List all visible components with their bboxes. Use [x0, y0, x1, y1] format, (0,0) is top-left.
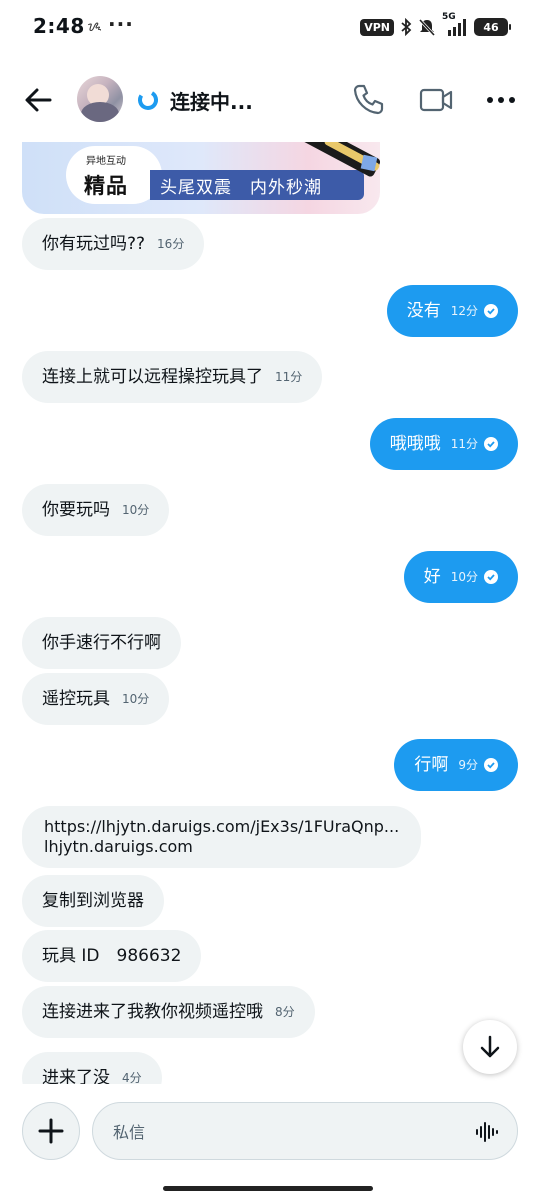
more-button[interactable]	[484, 88, 518, 112]
call-button[interactable]	[352, 82, 386, 116]
message-bubble-outgoing[interactable]: 没有 12分	[386, 285, 518, 337]
message-bubble-outgoing[interactable]: 哦哦哦 11分	[369, 418, 518, 470]
message-link-bubble[interactable]: https://lhjytn.daruigs.com/jEx3s/1FUraQn…	[22, 806, 422, 868]
read-check-icon	[484, 758, 498, 772]
status-more-icon: ···	[108, 12, 134, 36]
status-time: 2:48	[33, 14, 85, 38]
promo-banner-image[interactable]: 异地互动 精品 头尾双震 内外秒潮	[22, 142, 380, 214]
conversation-title: 连接中...	[170, 90, 253, 114]
message-bubble-incoming[interactable]: 连接上就可以远程操控玩具了 11分	[22, 351, 323, 403]
message-text: 连接进来了我教你视频遥控哦	[42, 1002, 263, 1022]
video-camera-icon	[419, 88, 453, 112]
message-bubble-incoming[interactable]: 你要玩吗 10分	[22, 484, 170, 536]
message-text: 复制到浏览器	[42, 891, 144, 911]
mute-icon	[418, 18, 436, 36]
banner-decoration	[360, 154, 378, 172]
message-time: 11分	[450, 437, 478, 451]
message-list[interactable]: 异地互动 精品 头尾双震 内外秒潮 你有玩过吗?? 16分 没有 12分 连接上…	[0, 142, 540, 1084]
message-time: 10分	[122, 692, 150, 706]
conversation-header: 连接中...	[0, 60, 540, 140]
vpn-badge: VPN	[360, 18, 394, 36]
loading-icon	[138, 90, 158, 110]
banner-slogan: 头尾双震 内外秒潮	[160, 178, 322, 198]
bluetooth-icon	[401, 18, 412, 36]
banner-big-text: 精品	[84, 174, 128, 198]
message-text: 你有玩过吗??	[42, 234, 146, 254]
message-input-box[interactable]	[92, 1102, 518, 1160]
read-check-icon	[484, 437, 498, 451]
message-bubble-outgoing[interactable]: 行啊 9分	[394, 739, 518, 791]
message-time: 11分	[275, 370, 303, 384]
scroll-to-bottom-button[interactable]	[463, 1020, 517, 1074]
message-bubble-incoming[interactable]: 你手速行不行啊	[22, 617, 181, 669]
battery-icon: 46	[474, 18, 511, 36]
message-link-domain: lhjytn.daruigs.com	[44, 837, 193, 856]
message-time: 8分	[275, 1005, 295, 1019]
message-bubble-incoming[interactable]: 复制到浏览器	[22, 875, 164, 927]
avatar[interactable]	[77, 76, 123, 122]
arrow-down-icon	[480, 1035, 500, 1058]
message-time: 4分	[122, 1071, 142, 1084]
more-icon	[487, 97, 493, 103]
home-indicator	[163, 1186, 373, 1191]
message-bubble-outgoing[interactable]: 好 10分	[403, 551, 518, 603]
message-text: 连接上就可以远程操控玩具了	[42, 367, 263, 387]
read-check-icon	[484, 304, 498, 318]
message-bubble-incoming[interactable]: 连接进来了我教你视频遥控哦 8分	[22, 986, 315, 1038]
back-button[interactable]	[20, 80, 60, 120]
status-notification-icon: ᝰ	[87, 19, 102, 35]
plus-icon	[38, 1118, 64, 1144]
message-time: 12分	[450, 304, 478, 318]
status-right-group: VPN 5G 46	[360, 12, 511, 39]
message-input[interactable]	[113, 1117, 463, 1147]
message-time: 16分	[157, 237, 185, 251]
add-attachment-button[interactable]	[22, 1102, 80, 1160]
message-time: 9分	[458, 758, 478, 772]
banner-small-text: 异地互动	[86, 156, 126, 167]
message-link-url[interactable]: https://lhjytn.daruigs.com/jEx3s/1FUraQn…	[44, 817, 399, 837]
message-bubble-incoming[interactable]: 你有玩过吗?? 16分	[22, 218, 205, 270]
back-arrow-icon	[25, 88, 52, 112]
read-check-icon	[484, 570, 498, 584]
message-time: 10分	[122, 503, 150, 517]
message-composer	[0, 1090, 540, 1176]
message-text: 行啊	[414, 755, 449, 775]
video-call-button[interactable]	[418, 84, 454, 116]
status-bar: 2:48 ᝰ ··· VPN 5G 46	[0, 0, 540, 56]
message-text: 好	[423, 567, 441, 587]
message-text: 没有	[406, 301, 441, 321]
signal-icon: 5G	[442, 12, 468, 37]
message-text: 遥控玩具	[42, 689, 110, 709]
message-bubble-incoming[interactable]: 进来了没 4分	[22, 1052, 162, 1084]
message-bubble-incoming[interactable]: 玩具 ID 986632	[22, 930, 202, 982]
message-text: 你要玩吗	[42, 500, 110, 520]
voice-message-icon[interactable]	[475, 1121, 499, 1143]
message-text: 哦哦哦	[389, 434, 441, 454]
message-bubble-incoming[interactable]: 遥控玩具 10分	[22, 673, 170, 725]
message-text: 你手速行不行啊	[42, 633, 161, 653]
phone-icon	[353, 84, 384, 115]
message-text: 玩具 ID 986632	[42, 946, 182, 966]
message-text: 进来了没	[42, 1068, 110, 1084]
message-time: 10分	[450, 570, 478, 584]
